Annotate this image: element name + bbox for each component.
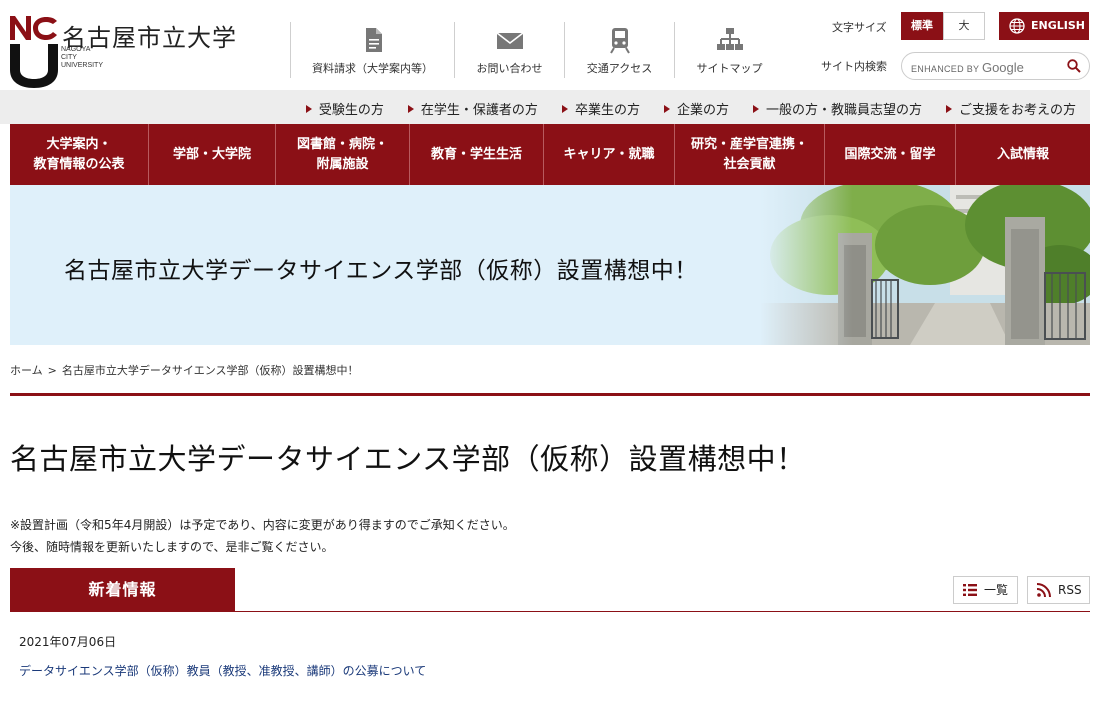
rss-label: RSS bbox=[1058, 583, 1082, 597]
campus-gate-photo bbox=[760, 185, 1090, 345]
update-text: 今後、随時情報を更新いたしますので、是非ご覧ください。 bbox=[10, 540, 334, 554]
nav-research[interactable]: 研究・産学官連携・ 社会貢献 bbox=[675, 124, 825, 185]
news-item-link[interactable]: データサイエンス学部（仮称）教員（教授、准教授、講師）の公募について bbox=[19, 662, 426, 679]
news-heading: 新着情報 bbox=[10, 568, 235, 612]
audience-nav-bar: 受験生の方 在学生・保護者の方 卒業生の方 企業の方 一般の方・教職員志望の方 … bbox=[0, 90, 1090, 124]
triangle-right-icon bbox=[561, 105, 568, 113]
nav-faculties[interactable]: 学部・大学院 bbox=[149, 124, 276, 185]
audience-prospective-students[interactable]: 受験生の方 bbox=[305, 99, 384, 118]
util-label: 交通アクセス bbox=[586, 62, 653, 75]
english-label: ENGLISH bbox=[1031, 19, 1085, 32]
nav-international[interactable]: 国際交流・留学 bbox=[825, 124, 956, 185]
sitemap-icon bbox=[716, 28, 743, 50]
audience-supporters[interactable]: ご支援をお考えの方 bbox=[945, 99, 1076, 118]
triangle-right-icon bbox=[752, 105, 759, 113]
news-list-label: 一覧 bbox=[984, 583, 1009, 597]
rss-button[interactable]: RSS bbox=[1027, 576, 1090, 604]
audience-alumni[interactable]: 卒業生の方 bbox=[561, 99, 640, 118]
font-size-label: 文字サイズ bbox=[832, 21, 887, 34]
nav-career[interactable]: キャリア・就職 bbox=[544, 124, 675, 185]
hero-title: 名古屋市立大学データサイエンス学部（仮称）設置構想中！ bbox=[64, 258, 698, 284]
news-item-date: 2021年07月06日 bbox=[19, 635, 117, 649]
audience-students-parents[interactable]: 在学生・保護者の方 bbox=[407, 99, 538, 118]
university-name-en: NAGOYA CITY UNIVERSITY bbox=[61, 46, 104, 69]
hero-banner: 名古屋市立大学データサイエンス学部（仮称）設置構想中！ bbox=[10, 185, 1090, 345]
sitemap-link[interactable]: サイトマップ bbox=[674, 22, 784, 78]
breadcrumb-separator: > bbox=[47, 364, 57, 377]
breadcrumb-home-link[interactable]: ホーム bbox=[10, 364, 43, 377]
nav-admissions[interactable]: 入試情報 bbox=[956, 124, 1090, 185]
search-icon[interactable] bbox=[1067, 59, 1081, 73]
font-size-large-button[interactable]: 大 bbox=[943, 12, 985, 40]
university-logo[interactable]: 名古屋市立大学 NAGOYA CITY UNIVERSITY bbox=[10, 16, 250, 90]
notice-text: ※設置計画（令和5年4月開設）は予定であり、内容に変更があり得ますのでご承知くだ… bbox=[10, 518, 515, 532]
audience-nav: 受験生の方 在学生・保護者の方 卒業生の方 企業の方 一般の方・教職員志望の方 … bbox=[282, 99, 1076, 118]
site-search-label: サイト内検索 bbox=[821, 60, 887, 73]
nav-education[interactable]: 教育・学生生活 bbox=[410, 124, 544, 185]
globe-icon bbox=[1009, 18, 1025, 34]
document-icon bbox=[365, 28, 382, 52]
audience-general-public[interactable]: 一般の方・教職員志望の方 bbox=[752, 99, 922, 118]
site-search-input[interactable]: ENHANCED BY Google bbox=[901, 52, 1090, 80]
font-size-standard-button[interactable]: 標準 bbox=[901, 12, 943, 40]
rss-icon bbox=[1037, 583, 1051, 597]
breadcrumb: ホーム > 名古屋市立大学データサイエンス学部（仮称）設置構想中！ bbox=[10, 362, 359, 378]
mail-icon bbox=[496, 32, 523, 49]
triangle-right-icon bbox=[407, 105, 414, 113]
breadcrumb-divider bbox=[10, 393, 1090, 396]
site-header: 名古屋市立大学 NAGOYA CITY UNIVERSITY 資料請求（大学案内… bbox=[0, 0, 1102, 90]
train-icon bbox=[609, 28, 630, 54]
english-button[interactable]: ENGLISH bbox=[999, 12, 1089, 40]
ncu-logo-mark bbox=[10, 16, 58, 88]
access-link[interactable]: 交通アクセス bbox=[564, 22, 674, 78]
util-label: お問い合わせ bbox=[476, 62, 543, 75]
util-label: サイトマップ bbox=[696, 62, 763, 75]
search-placeholder: ENHANCED BY Google bbox=[911, 60, 1024, 75]
list-icon bbox=[963, 584, 977, 596]
contact-link[interactable]: お問い合わせ bbox=[454, 22, 564, 78]
nav-facilities[interactable]: 図書館・病院・ 附属施設 bbox=[276, 124, 410, 185]
request-materials-link[interactable]: 資料請求（大学案内等） bbox=[290, 22, 454, 78]
news-list-button[interactable]: 一覧 bbox=[953, 576, 1018, 604]
triangle-right-icon bbox=[305, 105, 312, 113]
util-label: 資料請求（大学案内等） bbox=[312, 62, 433, 75]
page-title: 名古屋市立大学データサイエンス学部（仮称）設置構想中！ bbox=[10, 442, 806, 476]
triangle-right-icon bbox=[945, 105, 952, 113]
main-nav: 大学案内・ 教育情報の公表 学部・大学院 図書館・病院・ 附属施設 教育・学生生… bbox=[10, 124, 1090, 185]
utility-nav: 資料請求（大学案内等） お問い合わせ 交通アクセス サイトマップ bbox=[290, 22, 784, 78]
nav-about[interactable]: 大学案内・ 教育情報の公表 bbox=[10, 124, 149, 185]
news-divider bbox=[10, 611, 1090, 612]
audience-companies[interactable]: 企業の方 bbox=[663, 99, 729, 118]
breadcrumb-current: 名古屋市立大学データサイエンス学部（仮称）設置構想中！ bbox=[61, 364, 359, 377]
triangle-right-icon bbox=[663, 105, 670, 113]
